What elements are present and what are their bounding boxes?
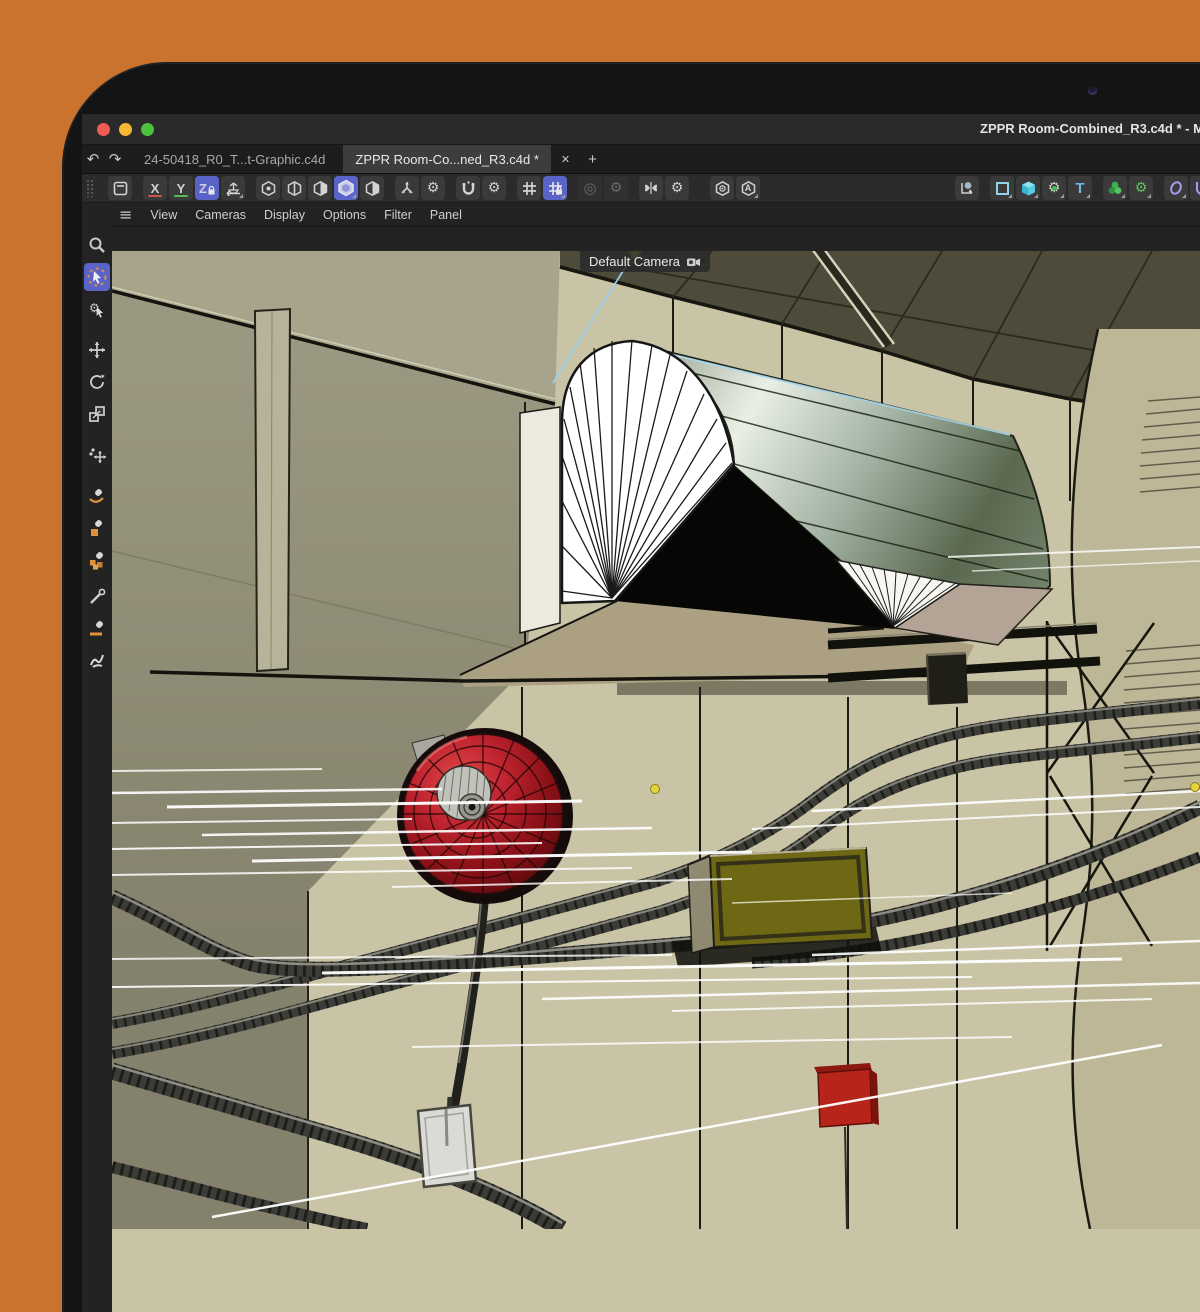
search-icon[interactable] [84,231,110,259]
texture-mode-icon[interactable] [360,176,384,200]
falloff-settings-icon[interactable]: ⚙ [604,176,628,200]
undo-icon[interactable]: ↶ [82,145,104,173]
grid-quantize-icon[interactable] [517,176,541,200]
close-window-button[interactable] [97,123,110,136]
rotate-tool-icon[interactable] [84,368,110,396]
document-tabbar: ↶ ↷ 24-50418_R0_T...t-Graphic.c4d ZPPR R… [82,145,1200,174]
polygons-mode-icon[interactable] [308,176,332,200]
tab-document-1[interactable]: 24-50418_R0_T...t-Graphic.c4d [126,145,343,173]
redo-icon[interactable]: ↷ [104,145,126,173]
close-tab-icon[interactable]: ✕ [551,145,580,173]
laptop-body: ZPPR Room-Combined_R3.c4d * - Main ↶ ↷ 2… [62,62,1200,1312]
symmetry-settings-icon[interactable]: ⚙ [665,176,689,200]
menu-view[interactable]: View [141,208,186,222]
electrical-junction-box [672,848,882,967]
tool-rail: ⚙ [82,228,112,1312]
minimize-window-button[interactable] [119,123,132,136]
desktop: { "window": { "title": "ZPPR Room-Combin… [0,0,1200,1200]
falloff-icon[interactable]: ◎ [578,176,602,200]
cube-primitive-icon[interactable] [1016,176,1040,200]
screen: ZPPR Room-Combined_R3.c4d * - Main ↶ ↷ 2… [82,114,1200,1312]
menu-display[interactable]: Display [255,208,314,222]
model-mode-icon[interactable] [334,176,358,200]
viewport-3d[interactable]: Default Camera [112,251,1200,1312]
spline-arc-icon[interactable] [1190,176,1200,200]
snap-icon[interactable] [456,176,480,200]
scene-render [112,251,1200,1229]
quantize-lock-icon[interactable] [543,176,567,200]
wall-post [255,309,290,671]
menu-filter[interactable]: Filter [375,208,421,222]
webcam [1088,86,1097,95]
window-titlebar: ZPPR Room-Combined_R3.c4d * - Main [82,114,1200,145]
main-toolbar: X Y Z [82,174,1200,203]
camera-label[interactable]: Default Camera [580,251,710,272]
workplane-icon[interactable] [221,176,245,200]
line-cut-tool-icon[interactable] [84,615,110,643]
spline-pen-icon[interactable] [955,176,979,200]
spline-sketch-tool-icon[interactable] [84,514,110,542]
knife-tool-icon[interactable] [84,583,110,611]
points-mode-icon[interactable] [256,176,280,200]
axis-x-lock-button[interactable]: X [143,176,167,200]
live-selection-icon[interactable] [84,263,110,291]
scale-tool-icon[interactable] [84,400,110,428]
spline-circle-icon[interactable] [1164,176,1188,200]
axis-tool-icon[interactable] [395,176,419,200]
move-tool-icon[interactable] [84,336,110,364]
generator-icon[interactable]: ⚙ [1042,176,1066,200]
ik-handle-icon[interactable] [84,441,110,469]
tweak-selection-icon[interactable]: ⚙ [84,295,110,323]
spline-pen-tool-icon[interactable] [84,482,110,510]
tab-document-2[interactable]: ZPPR Room-Co...ned_R3.c4d * [343,145,551,173]
traffic-lights [97,123,154,136]
spline-smooth-tool-icon[interactable] [84,647,110,675]
toolbar-grip[interactable] [86,179,94,197]
window-title: ZPPR Room-Combined_R3.c4d * - Main [980,121,1200,136]
volume-builder-icon[interactable] [1103,176,1127,200]
spline-rectangle-icon[interactable] [990,176,1014,200]
bell-striker [437,766,491,820]
deformer-icon[interactable]: ⚙ [1129,176,1153,200]
symmetry-icon[interactable] [639,176,663,200]
menu-options[interactable]: Options [314,208,375,222]
auto-mode-icon[interactable]: A [736,176,760,200]
camera-icon [686,256,701,268]
axis-z-lock-button[interactable]: Z [195,176,219,200]
new-tab-icon[interactable]: + [580,145,605,173]
history-panel-icon[interactable] [108,176,132,200]
dark-wall-box [926,653,968,705]
axis-y-lock-button[interactable]: Y [169,176,193,200]
main-area: ⚙ [82,228,1200,1312]
edges-mode-icon[interactable] [282,176,306,200]
snap-settings-icon[interactable]: ⚙ [482,176,506,200]
menu-panel[interactable]: Panel [421,208,471,222]
wall-shadow-band [617,681,1067,695]
axis-tool-settings-icon[interactable]: ⚙ [421,176,445,200]
poly-pen-tool-icon[interactable] [84,546,110,574]
text-object-icon[interactable]: T [1068,176,1092,200]
menu-cameras[interactable]: Cameras [186,208,255,222]
viewport-filter-icon[interactable] [710,176,734,200]
zoom-window-button[interactable] [141,123,154,136]
viewport-menu-icon[interactable]: ≡ [112,205,141,224]
viewport-menubar: ≡ View Cameras Display Options Filter Pa… [112,203,1200,227]
wall-light-strip [520,407,560,633]
